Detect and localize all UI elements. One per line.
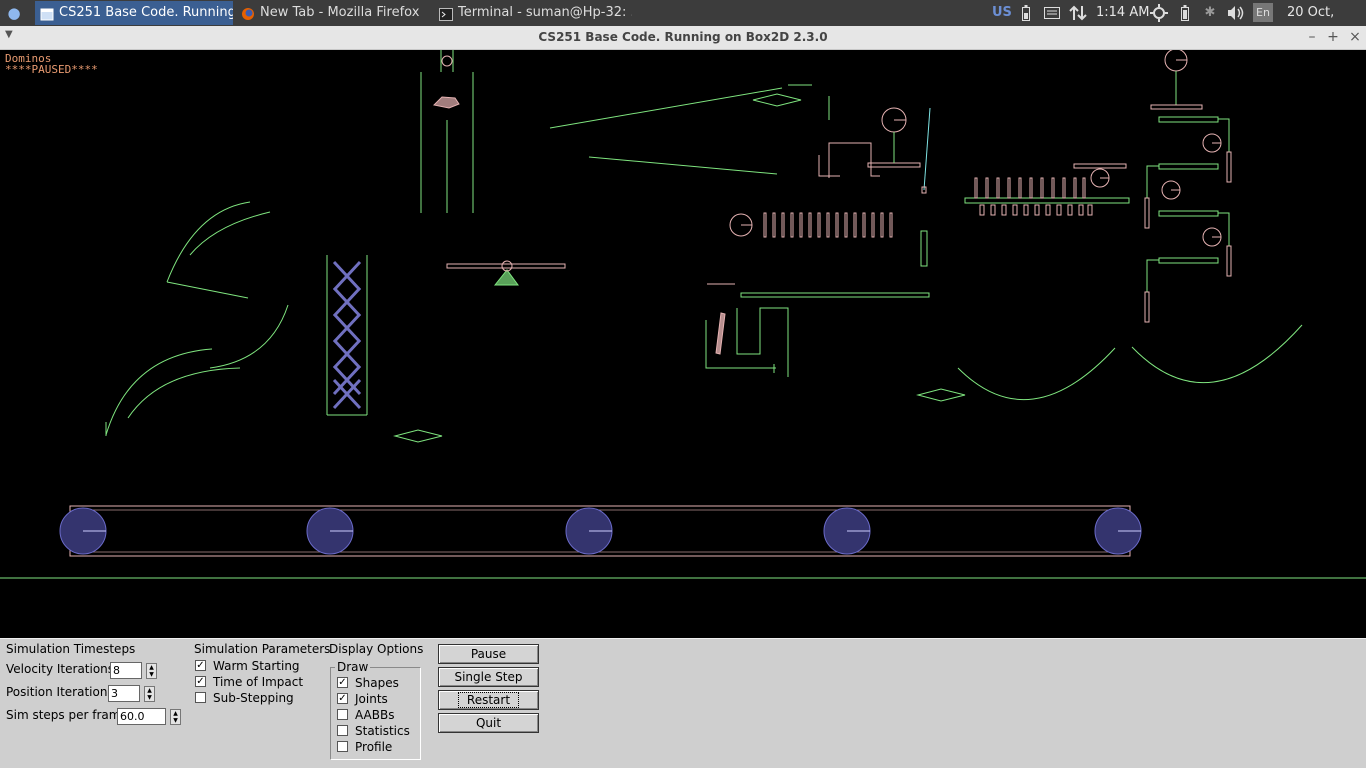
- left-curve-ramps: [105, 201, 289, 436]
- position-iterations-label: Position Iterations: [6, 685, 114, 699]
- conveyor-belt: [59, 505, 1142, 557]
- checkbox-label: Joints: [355, 692, 388, 706]
- clock[interactable]: 1:14 AM: [1096, 0, 1149, 26]
- checkbox-box[interactable]: ✓: [337, 677, 348, 688]
- spinner-arrows-icon[interactable]: ▲ ▼: [170, 709, 181, 725]
- velocity-iterations-label: Velocity Iterations: [6, 662, 115, 676]
- close-button[interactable]: ×: [1346, 28, 1364, 46]
- scissor-lift: [326, 255, 368, 416]
- task-label: CS251 Base Code. Running...: [59, 5, 233, 20]
- memory-icon[interactable]: [1043, 4, 1061, 22]
- task-label: New Tab - Mozilla Firefox: [260, 5, 420, 20]
- pause-button[interactable]: Pause: [438, 644, 539, 664]
- domino-row: [763, 212, 893, 238]
- sim-steps-input[interactable]: [117, 708, 166, 725]
- diamond-platform: [916, 388, 966, 402]
- spinner-arrows-icon[interactable]: ▲ ▼: [146, 663, 157, 679]
- seesaw-plank: [446, 263, 566, 269]
- control-panel: Simulation Timesteps Velocity Iterations…: [0, 638, 1366, 768]
- checkbox-box[interactable]: [337, 725, 348, 736]
- language-indicator[interactable]: En: [1253, 3, 1273, 22]
- window-title: CS251 Base Code. Running on Box2D 2.3.0: [538, 30, 828, 44]
- bluetooth-icon[interactable]: ✱: [1203, 4, 1217, 22]
- spinner-arrows-icon[interactable]: ▲ ▼: [144, 686, 155, 702]
- maximize-button[interactable]: +: [1324, 28, 1342, 46]
- vertical-bar: [920, 230, 928, 267]
- task-terminal[interactable]: Terminal - suman@Hp-32: ...: [434, 1, 632, 25]
- position-iterations-spinner[interactable]: ▲▼: [108, 685, 156, 702]
- firefox-icon: [241, 6, 255, 20]
- ramp-line: [588, 156, 778, 175]
- bowl: [957, 347, 1116, 400]
- button-label: Restart: [457, 692, 520, 708]
- checkbox-box[interactable]: ✓: [337, 693, 348, 704]
- checkbox-label: Shapes: [355, 676, 399, 690]
- brightness-icon[interactable]: [1149, 4, 1169, 22]
- checkbox-label: Profile: [355, 740, 393, 754]
- ball: [441, 55, 453, 67]
- terminal-icon: [439, 6, 453, 21]
- domino-shelf: [964, 197, 1130, 204]
- long-platform: [740, 292, 930, 298]
- minimize-button[interactable]: –: [1303, 28, 1321, 46]
- volume-icon[interactable]: [1226, 4, 1246, 22]
- date[interactable]: 20 Oct, 01:14: [1287, 0, 1366, 45]
- button-label: Single Step: [454, 670, 523, 684]
- task-label: Terminal - suman@Hp-32: ...: [458, 5, 632, 20]
- button-label: Quit: [475, 716, 502, 730]
- single-step-button[interactable]: Single Step: [438, 667, 539, 687]
- checkbox-box[interactable]: [195, 692, 206, 703]
- rope: [923, 107, 931, 191]
- seesaw-pivot: [493, 269, 519, 286]
- keyboard-layout[interactable]: US: [992, 0, 1012, 26]
- checkbox-label: Time of Impact: [213, 675, 304, 689]
- button-label: Pause: [470, 647, 507, 661]
- hook-structure: [818, 142, 921, 178]
- checkbox-label: Sub-Stepping: [213, 691, 294, 705]
- simulation-canvas[interactable]: Dominos ****PAUSED****: [0, 50, 1366, 638]
- parameters-heading: Simulation Parameters: [194, 642, 331, 656]
- checkbox-label: Warm Starting: [213, 659, 300, 673]
- battery-icon[interactable]: [1178, 4, 1192, 22]
- checkbox-box[interactable]: ✓: [195, 660, 206, 671]
- bowl: [1131, 324, 1303, 384]
- restart-button[interactable]: Restart: [438, 690, 539, 710]
- sim-steps-spinner[interactable]: ▲▼: [117, 708, 183, 725]
- draw-group-label: Draw: [335, 660, 371, 674]
- ramp-line: [549, 87, 783, 129]
- tilted-block: [715, 312, 726, 355]
- checkbox-box[interactable]: ✓: [195, 676, 206, 687]
- checkbox-box[interactable]: [337, 709, 348, 720]
- velocity-iterations-spinner[interactable]: ▲▼: [110, 662, 158, 679]
- diamond-platform: [752, 93, 802, 107]
- checkbox-label: AABBs: [355, 708, 395, 722]
- top-panel: ● CS251 Base Code. Running... New Tab - …: [0, 0, 1366, 45]
- falling-block: [432, 96, 460, 109]
- checkbox-label: Statistics: [355, 724, 410, 738]
- quit-button[interactable]: Quit: [438, 713, 539, 733]
- task-cs251[interactable]: CS251 Base Code. Running...: [35, 1, 233, 25]
- display-heading: Display Options: [329, 642, 424, 656]
- network-icon[interactable]: [1068, 4, 1088, 22]
- paused-status: ****PAUSED****: [5, 63, 98, 76]
- position-iterations-input[interactable]: [108, 685, 140, 702]
- task-firefox[interactable]: New Tab - Mozilla Firefox: [236, 1, 428, 25]
- window-titlebar[interactable]: ▼ CS251 Base Code. Running on Box2D 2.3.…: [0, 26, 1366, 50]
- diamond-platform: [393, 429, 443, 443]
- physics-scene[interactable]: [0, 50, 1366, 638]
- sim-steps-label: Sim steps per frame: [6, 708, 128, 722]
- battery-icon[interactable]: [1019, 4, 1033, 22]
- domino-row: [974, 177, 1093, 216]
- app-menu-icon[interactable]: ●: [3, 3, 25, 23]
- window-icon: [40, 6, 54, 21]
- vertical-funnel: [420, 50, 474, 213]
- checkbox-box[interactable]: [337, 741, 348, 752]
- velocity-iterations-input[interactable]: [110, 662, 142, 679]
- timesteps-heading: Simulation Timesteps: [6, 642, 136, 656]
